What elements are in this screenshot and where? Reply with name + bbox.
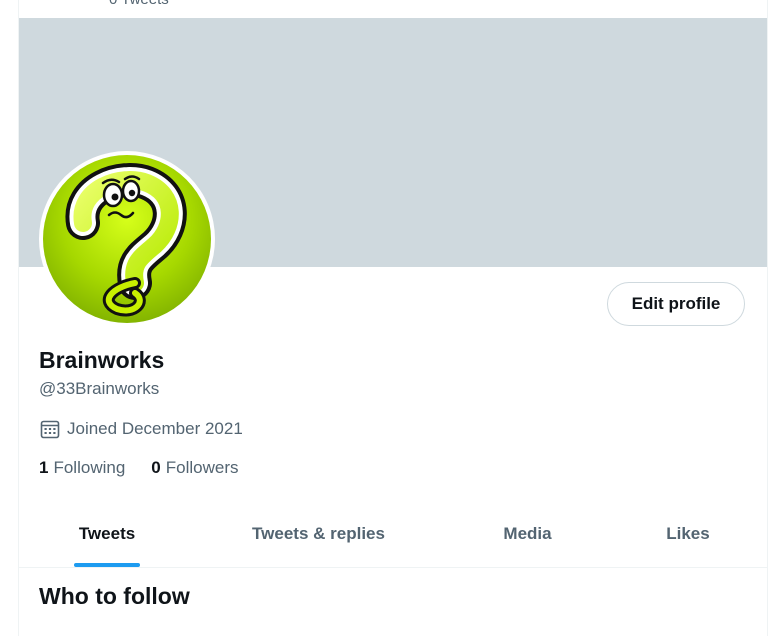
question-mark-character-icon [43, 155, 211, 323]
tab-tweets-and-replies-label: Tweets & replies [252, 523, 385, 543]
tab-media-label: Media [503, 523, 552, 543]
profile-display-name: Brainworks [39, 347, 165, 373]
profile-handle: @33Brainworks [39, 379, 160, 398]
header-tweet-count: 0 Tweets [109, 0, 169, 8]
calendar-icon [39, 418, 61, 440]
following-label: Following [53, 458, 126, 477]
followers-label: Followers [165, 458, 239, 477]
joined-text: Joined December 2021 [67, 419, 243, 438]
follow-stats: 1 Following 0 Followers [39, 458, 239, 478]
tab-likes[interactable]: Likes [664, 500, 712, 567]
profile-tabs: Tweets Tweets & replies Media Likes [19, 500, 767, 568]
profile-column: 0 Tweets [18, 0, 768, 636]
profile-joined-date: Joined December 2021 [39, 418, 243, 440]
followers-count: 0 [151, 458, 161, 477]
following-link[interactable]: 1 Following [39, 458, 125, 478]
active-tab-indicator [74, 563, 140, 567]
tab-tweets[interactable]: Tweets [74, 500, 140, 567]
profile-avatar[interactable] [39, 151, 215, 327]
tab-tweets-and-replies[interactable]: Tweets & replies [248, 500, 389, 567]
tab-tweets-label: Tweets [78, 523, 136, 543]
edit-profile-button[interactable]: Edit profile [607, 282, 745, 326]
tab-media[interactable]: Media [499, 500, 556, 567]
followers-link[interactable]: 0 Followers [151, 458, 238, 478]
tab-likes-label: Likes [666, 523, 710, 543]
who-to-follow-heading: Who to follow [39, 583, 190, 609]
following-count: 1 [39, 458, 49, 477]
